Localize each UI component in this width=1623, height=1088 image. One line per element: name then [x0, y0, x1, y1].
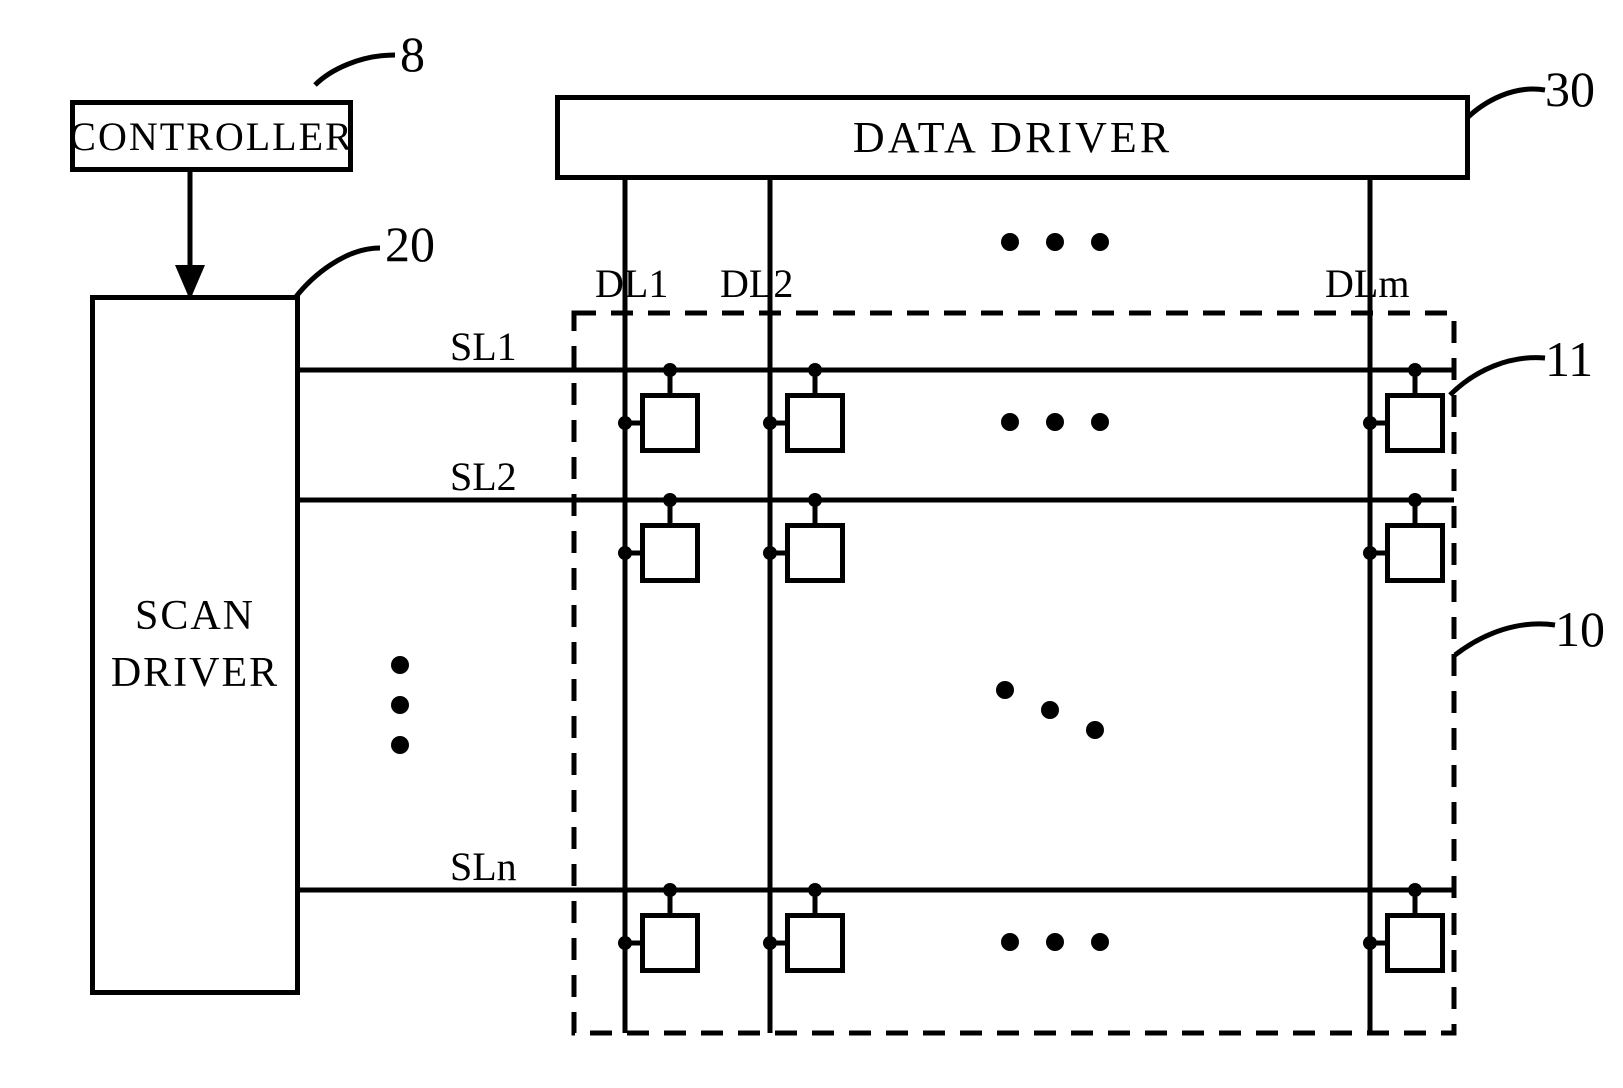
- pixel-r2-c1: [640, 523, 700, 583]
- label-dlm: DLm: [1325, 260, 1409, 307]
- scan-driver-label: SCAN DRIVER: [95, 588, 295, 701]
- pixel-rn-c1: [640, 913, 700, 973]
- scan-driver-block: SCAN DRIVER: [90, 295, 300, 995]
- ref-controller: 8: [400, 25, 425, 83]
- controller-block: CONTROLLER: [70, 100, 353, 172]
- label-dl1: DL1: [595, 260, 668, 307]
- data-driver-label: DATA DRIVER: [853, 112, 1172, 163]
- ref-pixel: 11: [1545, 330, 1593, 388]
- pixel-rn-cm: [1385, 913, 1445, 973]
- data-driver-block: DATA DRIVER: [555, 95, 1470, 180]
- label-sl1: SL1: [450, 323, 517, 370]
- pixel-rn-c2: [785, 913, 845, 973]
- diagram-stage: CONTROLLER DATA DRIVER SCAN DRIVER 8 20 …: [0, 0, 1623, 1088]
- controller-label: CONTROLLER: [69, 113, 353, 160]
- pixel-r2-cm: [1385, 523, 1445, 583]
- ref-panel: 10: [1555, 600, 1605, 658]
- ref-data-driver: 30: [1545, 60, 1595, 118]
- label-sl2: SL2: [450, 453, 517, 500]
- pixel-r1-cm: [1385, 393, 1445, 453]
- pixel-r2-c2: [785, 523, 845, 583]
- pixel-r1-c1: [640, 393, 700, 453]
- ref-scan-driver: 20: [385, 215, 435, 273]
- label-sln: SLn: [450, 843, 517, 890]
- label-dl2: DL2: [720, 260, 793, 307]
- pixel-r1-c2: [785, 393, 845, 453]
